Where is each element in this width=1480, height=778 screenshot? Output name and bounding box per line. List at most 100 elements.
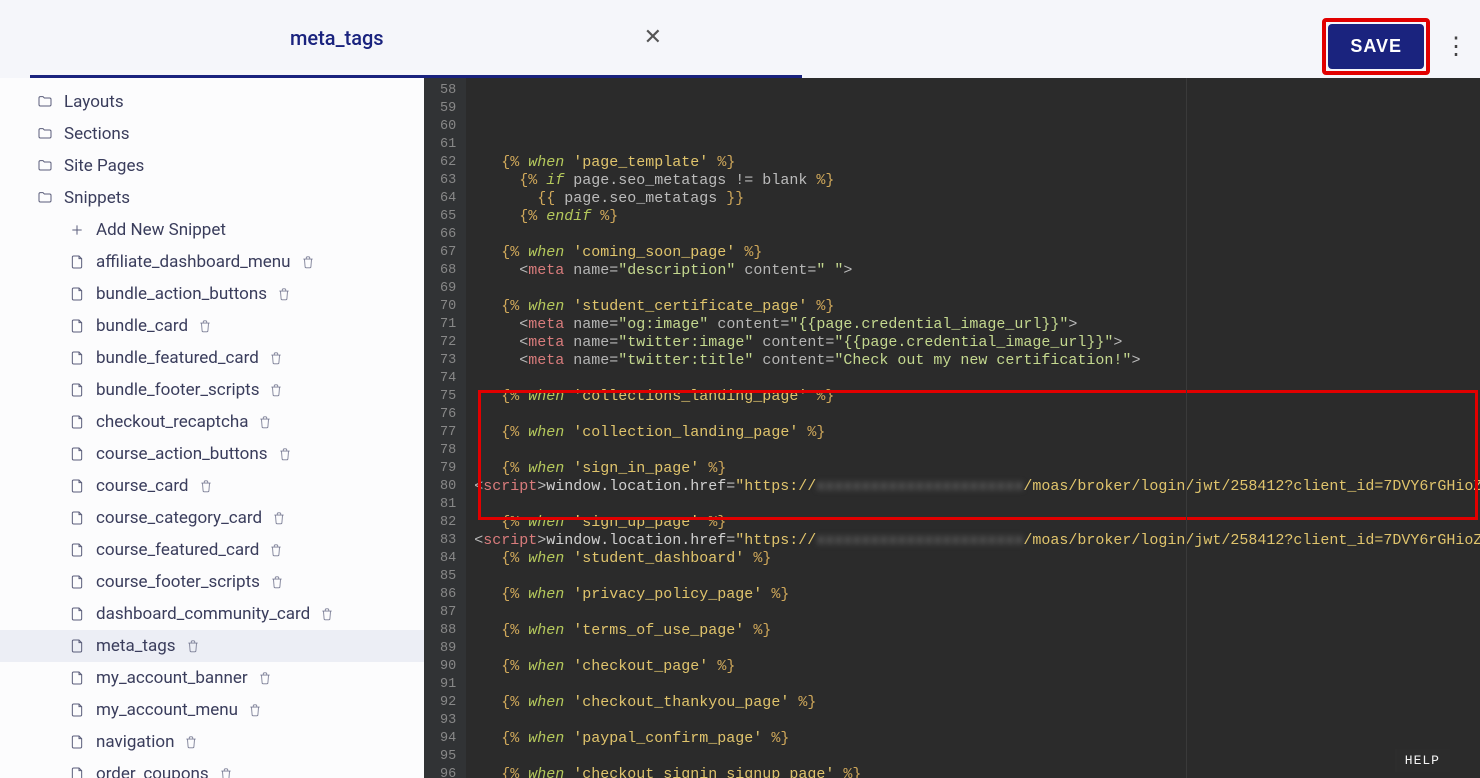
- code-line[interactable]: [474, 604, 1480, 622]
- file-icon: [68, 605, 86, 623]
- folder-item[interactable]: Site Pages: [0, 150, 424, 182]
- snippet-label: order_coupons: [96, 764, 209, 778]
- trash-icon[interactable]: [219, 767, 233, 778]
- code-line[interactable]: <meta name="twitter:image" content="{{pa…: [474, 334, 1480, 352]
- folder-item[interactable]: Layouts: [0, 86, 424, 118]
- code-line[interactable]: {% when 'collection_landing_page' %}: [474, 424, 1480, 442]
- code-line[interactable]: [474, 748, 1480, 766]
- trash-icon[interactable]: [277, 287, 291, 301]
- snippet-item[interactable]: affiliate_dashboard_menu: [0, 246, 424, 278]
- snippet-item[interactable]: course_category_card: [0, 502, 424, 534]
- file-icon: [68, 573, 86, 591]
- trash-icon[interactable]: [320, 607, 334, 621]
- help-badge[interactable]: HELP: [1395, 749, 1450, 772]
- snippet-item[interactable]: bundle_action_buttons: [0, 278, 424, 310]
- trash-icon[interactable]: [269, 383, 283, 397]
- code-line[interactable]: [474, 442, 1480, 460]
- add-snippet-item[interactable]: Add New Snippet: [0, 214, 424, 246]
- code-line[interactable]: <script>window.location.href="https://xx…: [474, 478, 1480, 496]
- tab-meta-tags[interactable]: meta_tags ✕: [30, 0, 802, 78]
- trash-icon[interactable]: [258, 671, 272, 685]
- snippet-item[interactable]: course_featured_card: [0, 534, 424, 566]
- folder-icon: [36, 189, 54, 207]
- code-editor[interactable]: 5859606162636465666768697071727374757677…: [424, 78, 1480, 778]
- trash-icon[interactable]: [186, 639, 200, 653]
- code-area[interactable]: {% when 'page_template' %} {% if page.se…: [466, 78, 1480, 778]
- snippet-item[interactable]: course_footer_scripts: [0, 566, 424, 598]
- folder-label: Snippets: [64, 188, 130, 208]
- trash-icon[interactable]: [269, 543, 283, 557]
- code-line[interactable]: {% when 'page_template' %}: [474, 154, 1480, 172]
- file-icon: [68, 541, 86, 559]
- code-line[interactable]: {% when 'student_certificate_page' %}: [474, 298, 1480, 316]
- close-icon[interactable]: ✕: [644, 25, 662, 50]
- trash-icon[interactable]: [278, 447, 292, 461]
- code-line[interactable]: [474, 370, 1480, 388]
- snippet-label: course_action_buttons: [96, 444, 268, 464]
- code-line[interactable]: {% when 'sign_in_page' %}: [474, 460, 1480, 478]
- code-line[interactable]: [474, 136, 1480, 154]
- code-line[interactable]: [474, 712, 1480, 730]
- code-line[interactable]: {% when 'terms_of_use_page' %}: [474, 622, 1480, 640]
- code-line[interactable]: <script>window.location.href="https://xx…: [474, 532, 1480, 550]
- snippet-item[interactable]: order_coupons: [0, 758, 424, 778]
- trash-icon[interactable]: [270, 575, 284, 589]
- code-line[interactable]: {% when 'checkout_thankyou_page' %}: [474, 694, 1480, 712]
- snippet-item[interactable]: my_account_menu: [0, 694, 424, 726]
- file-icon: [68, 253, 86, 271]
- kebab-menu-icon[interactable]: ⋮: [1444, 32, 1468, 60]
- trash-icon[interactable]: [248, 703, 262, 717]
- trash-icon[interactable]: [269, 351, 283, 365]
- file-icon: [68, 317, 86, 335]
- trash-icon[interactable]: [272, 511, 286, 525]
- code-line[interactable]: [474, 676, 1480, 694]
- code-line[interactable]: {% when 'collections_landing_page' %}: [474, 388, 1480, 406]
- code-line[interactable]: [474, 226, 1480, 244]
- code-line[interactable]: <meta name="twitter:title" content="Chec…: [474, 352, 1480, 370]
- file-icon: [68, 413, 86, 431]
- code-line[interactable]: {% when 'privacy_policy_page' %}: [474, 586, 1480, 604]
- trash-icon[interactable]: [184, 735, 198, 749]
- snippet-item[interactable]: bundle_card: [0, 310, 424, 342]
- snippet-item[interactable]: meta_tags: [0, 630, 424, 662]
- folder-item[interactable]: Snippets: [0, 182, 424, 214]
- code-line[interactable]: {% endif %}: [474, 208, 1480, 226]
- code-line[interactable]: <meta name="description" content=" ">: [474, 262, 1480, 280]
- trash-icon[interactable]: [198, 319, 212, 333]
- snippet-item[interactable]: navigation: [0, 726, 424, 758]
- code-line[interactable]: [474, 280, 1480, 298]
- code-line[interactable]: {% when 'checkout_signin_signup_page' %}: [474, 766, 1480, 778]
- trash-icon[interactable]: [199, 479, 213, 493]
- snippet-item[interactable]: bundle_featured_card: [0, 342, 424, 374]
- code-line[interactable]: {% if page.seo_metatags != blank %}: [474, 172, 1480, 190]
- snippet-item[interactable]: course_card: [0, 470, 424, 502]
- code-line[interactable]: {% when 'coming_soon_page' %}: [474, 244, 1480, 262]
- trash-icon[interactable]: [301, 255, 315, 269]
- snippet-item[interactable]: my_account_banner: [0, 662, 424, 694]
- folder-item[interactable]: Sections: [0, 118, 424, 150]
- snippet-label: dashboard_community_card: [96, 604, 310, 624]
- code-line[interactable]: {{ page.seo_metatags }}: [474, 190, 1480, 208]
- folder-icon: [36, 157, 54, 175]
- add-snippet-label: Add New Snippet: [96, 220, 226, 240]
- snippet-item[interactable]: dashboard_community_card: [0, 598, 424, 630]
- code-line[interactable]: {% when 'student_dashboard' %}: [474, 550, 1480, 568]
- snippet-label: course_category_card: [96, 508, 262, 528]
- snippet-label: navigation: [96, 732, 174, 752]
- code-line[interactable]: [474, 496, 1480, 514]
- snippet-item[interactable]: checkout_recaptcha: [0, 406, 424, 438]
- snippet-label: checkout_recaptcha: [96, 412, 248, 432]
- code-line[interactable]: [474, 568, 1480, 586]
- snippet-label: affiliate_dashboard_menu: [96, 252, 291, 272]
- snippet-item[interactable]: course_action_buttons: [0, 438, 424, 470]
- code-line[interactable]: [474, 406, 1480, 424]
- code-line[interactable]: [474, 640, 1480, 658]
- code-line[interactable]: <meta name="og:image" content="{{page.cr…: [474, 316, 1480, 334]
- save-button[interactable]: SAVE: [1328, 24, 1424, 69]
- snippet-item[interactable]: bundle_footer_scripts: [0, 374, 424, 406]
- sidebar[interactable]: LayoutsSectionsSite Pages Snippets Add New…: [0, 78, 424, 778]
- code-line[interactable]: {% when 'paypal_confirm_page' %}: [474, 730, 1480, 748]
- code-line[interactable]: {% when 'checkout_page' %}: [474, 658, 1480, 676]
- trash-icon[interactable]: [258, 415, 272, 429]
- code-line[interactable]: {% when 'sign_up_page' %}: [474, 514, 1480, 532]
